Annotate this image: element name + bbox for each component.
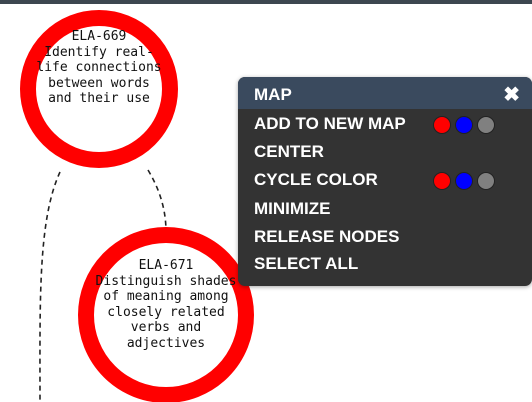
map-context-menu: MAP ✖ ADD TO NEW MAP CENTER CYCLE COLOR …	[238, 77, 532, 286]
gray-color-dot[interactable]	[477, 172, 495, 190]
node-description: Identify real-life connections between w…	[36, 44, 162, 107]
menu-item-label: MINIMIZE	[254, 199, 331, 218]
node-description: Distinguish shades of meaning among clos…	[95, 273, 237, 351]
menu-item-label: CYCLE COLOR	[254, 170, 378, 189]
node-code: ELA-671	[138, 258, 194, 273]
menu-title: MAP	[254, 85, 292, 104]
gray-color-dot[interactable]	[477, 116, 495, 134]
menu-item-label: ADD TO NEW MAP	[254, 114, 406, 133]
menu-item-center[interactable]: CENTER	[254, 142, 324, 162]
node-label-ela-669[interactable]: ELA-669 Identify real-life connections b…	[34, 29, 164, 107]
menu-item-add-to-new-map[interactable]: ADD TO NEW MAP	[254, 114, 406, 134]
menu-item-label: CENTER	[254, 142, 324, 161]
cycle-color-options	[433, 172, 495, 190]
menu-item-label: RELEASE NODES	[254, 227, 400, 246]
menu-item-label: SELECT ALL	[254, 254, 359, 273]
red-color-dot[interactable]	[433, 116, 451, 134]
edge-dashed-left	[39, 171, 61, 402]
menu-item-select-all[interactable]: SELECT ALL	[254, 254, 358, 274]
node-label-ela-671[interactable]: ELA-671 Distinguish shades of meaning am…	[93, 258, 239, 351]
menu-item-minimize[interactable]: MINIMIZE	[254, 199, 331, 219]
node-code: ELA-669	[71, 29, 127, 44]
close-icon[interactable]: ✖	[503, 82, 520, 107]
menu-item-cycle-color[interactable]: CYCLE COLOR	[254, 170, 378, 190]
edge-dashed-right	[147, 169, 167, 233]
menu-item-release-nodes[interactable]: RELEASE NODES	[254, 227, 399, 247]
blue-color-dot[interactable]	[455, 172, 473, 190]
menu-header: MAP ✖	[238, 77, 532, 109]
blue-color-dot[interactable]	[455, 116, 473, 134]
red-color-dot[interactable]	[433, 172, 451, 190]
add-to-new-map-color-options	[433, 116, 495, 134]
